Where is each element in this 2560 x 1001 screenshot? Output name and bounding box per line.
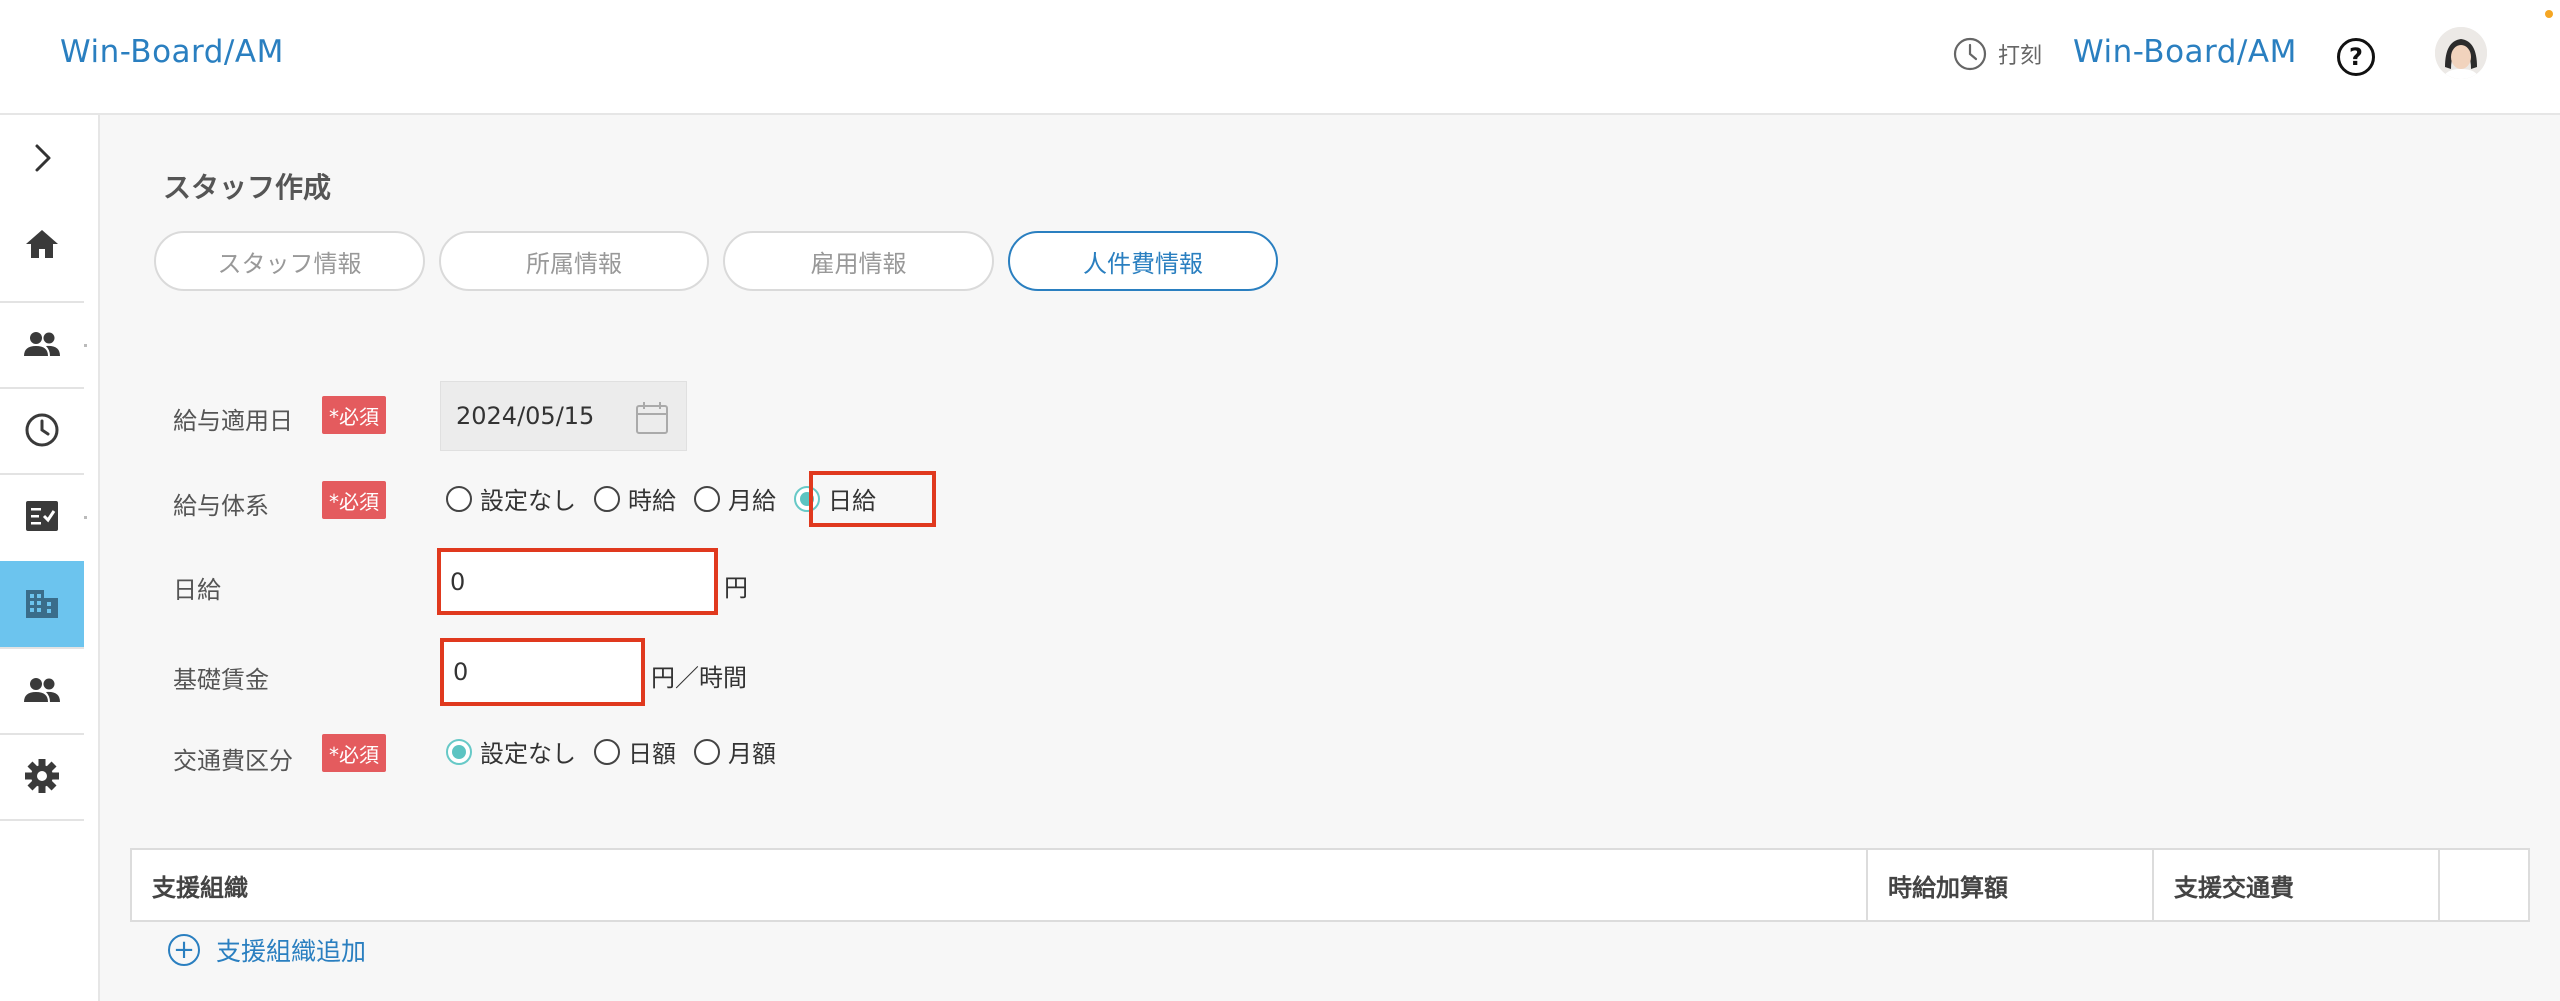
sidebar-item-attendance[interactable] [0, 387, 84, 473]
radio-label: 月給 [728, 487, 776, 515]
chevron-right-icon [35, 144, 51, 172]
tab-affiliation-info[interactable]: 所属情報 [439, 231, 709, 291]
people-icon [24, 678, 60, 702]
salary-date-label: 給与適用日 [173, 407, 293, 435]
required-badge: *必須 [322, 481, 386, 519]
salary-system-label: 給与体系 [173, 492, 269, 520]
salary-date-input[interactable]: 2024/05/15 [440, 381, 687, 451]
radio-circle [594, 485, 620, 512]
page-title: スタッフ作成 [163, 171, 332, 204]
radio-salary-none[interactable]: 設定なし [446, 481, 576, 516]
sidebar-dot [84, 516, 87, 519]
home-icon [26, 230, 58, 258]
building-icon [26, 590, 58, 618]
radio-circle [694, 485, 720, 512]
brand-logo[interactable]: Win-Board/AM [60, 34, 284, 70]
sidebar-item-tasks[interactable] [0, 473, 84, 559]
notification-dot [2545, 10, 2553, 18]
help-symbol: ? [2349, 43, 2363, 71]
radio-circle [446, 485, 472, 512]
sidebar-dot [84, 344, 87, 347]
clock-icon [1953, 37, 1987, 71]
salary-date-value: 2024/05/15 [456, 402, 595, 430]
punch-label: 打刻 [1998, 44, 2043, 69]
sidebar-divider [0, 819, 84, 821]
sidebar [0, 115, 100, 1001]
table-header-support-transport: 支援交通費 [2174, 873, 2294, 902]
transport-radio-group: 設定なし 日額 月額 [446, 734, 794, 769]
sidebar-expand-button[interactable] [0, 115, 84, 201]
radio-transport-daily[interactable]: 日額 [594, 734, 676, 769]
tenant-name: Win-Board/AM [2073, 34, 2297, 70]
user-avatar-icon [2435, 27, 2487, 79]
daily-wage-unit: 円 [724, 574, 748, 602]
table-header-actions [2440, 850, 2528, 920]
highlight-box [440, 638, 645, 706]
base-wage-label: 基礎賃金 [173, 666, 269, 694]
radio-circle-selected [446, 738, 472, 765]
tab-staff-info[interactable]: スタッフ情報 [154, 231, 425, 291]
gear-icon [25, 759, 59, 793]
highlight-box [437, 548, 718, 615]
sidebar-item-organization[interactable] [0, 561, 84, 647]
radio-salary-monthly[interactable]: 月給 [694, 481, 776, 516]
required-badge: *必須 [322, 734, 386, 772]
plus-circle-icon: + [168, 934, 200, 966]
radio-label: 月額 [728, 740, 776, 768]
daily-wage-label: 日給 [173, 576, 221, 604]
radio-label: 時給 [628, 487, 676, 515]
transport-label: 交通費区分 [173, 747, 293, 775]
people-icon [24, 332, 60, 356]
table-header-hourly-addition: 時給加算額 [1888, 873, 2008, 902]
support-org-table: 支援組織 時給加算額 支援交通費 [130, 848, 2530, 922]
radio-circle [594, 738, 620, 765]
radio-transport-none[interactable]: 設定なし [446, 734, 576, 769]
highlight-box [809, 471, 936, 527]
base-wage-unit: 円／時間 [651, 664, 747, 692]
radio-transport-monthly[interactable]: 月額 [694, 734, 776, 769]
add-support-org-label: 支援組織追加 [216, 937, 367, 966]
tab-labor-cost-info[interactable]: 人件費情報 [1008, 231, 1278, 291]
sidebar-item-settings[interactable] [0, 733, 84, 819]
radio-label: 日額 [628, 740, 676, 768]
required-badge: *必須 [322, 396, 386, 434]
avatar[interactable] [2435, 27, 2487, 79]
radio-label: 設定なし [480, 740, 576, 768]
checklist-icon [26, 501, 58, 531]
clock-icon [25, 413, 59, 447]
radio-salary-hourly[interactable]: 時給 [594, 481, 676, 516]
sidebar-item-home[interactable] [0, 201, 84, 287]
tab-employment-info[interactable]: 雇用情報 [723, 231, 994, 291]
radio-circle [694, 738, 720, 765]
help-icon[interactable]: ? [2337, 38, 2375, 76]
calendar-icon[interactable] [634, 400, 670, 436]
top-header: Win-Board/AM 打刻 Win-Board/AM ? [0, 0, 2560, 115]
punch-button[interactable]: 打刻 [1952, 36, 2042, 72]
add-support-org-button[interactable]: + 支援組織追加 [168, 932, 366, 968]
table-header-support-org: 支援組織 [152, 873, 248, 902]
radio-label: 設定なし [480, 487, 576, 515]
sidebar-item-staff[interactable] [0, 301, 84, 387]
sidebar-item-users[interactable] [0, 647, 84, 733]
